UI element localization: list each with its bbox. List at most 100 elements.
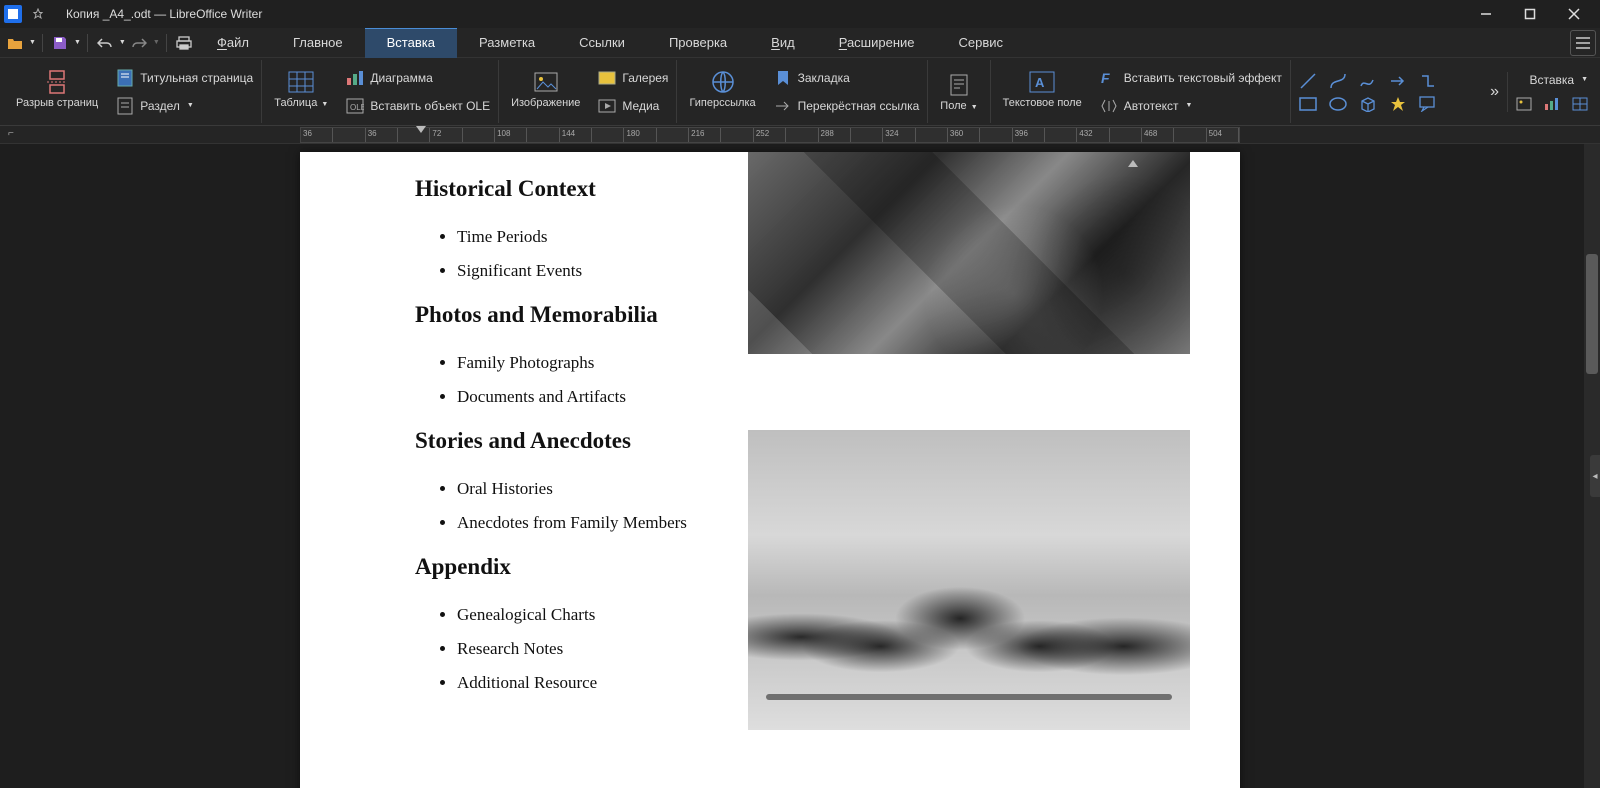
print-button[interactable]: [173, 32, 195, 54]
hyperlink-label: Гиперссылка: [689, 97, 755, 109]
separator: [87, 34, 88, 52]
insert-dropdown-button[interactable]: Вставка ▼: [1527, 71, 1590, 89]
title-page-button[interactable]: Титульная страница: [114, 67, 255, 89]
bookmark-button[interactable]: Закладка: [772, 67, 922, 89]
quick-access-bar: ▼ ▼ ▼ ▼ Файл Главное Вставка Разметка Сс…: [0, 28, 1600, 58]
menu-links[interactable]: Ссылки: [557, 28, 647, 58]
undo-button[interactable]: [94, 32, 116, 54]
menu-tools[interactable]: Сервис: [937, 28, 1026, 58]
field-icon: [946, 72, 972, 98]
insert-chart-small[interactable]: [1542, 95, 1562, 113]
texteffect-label: Вставить текстовый эффект: [1124, 71, 1282, 85]
menu-view[interactable]: Вид: [749, 28, 817, 58]
autotext-icon: [1100, 97, 1118, 115]
ellipse-tool[interactable]: [1327, 95, 1349, 113]
ole-button[interactable]: OLE Вставить объект OLE: [344, 95, 492, 117]
open-button[interactable]: [4, 32, 26, 54]
menu-review[interactable]: Проверка: [647, 28, 749, 58]
callout-tool[interactable]: [1417, 94, 1439, 114]
line-tool[interactable]: [1297, 70, 1319, 92]
maximize-button[interactable]: [1508, 0, 1552, 28]
image-label: Изображение: [511, 97, 580, 109]
title-bar: Копия _A4_.odt — LibreOffice Writer: [0, 0, 1600, 28]
autotext-label: Автотекст: [1124, 99, 1179, 113]
gallery-icon: [598, 69, 616, 87]
window-title: Копия _A4_.odt — LibreOffice Writer: [66, 7, 262, 21]
gallery-label: Галерея: [622, 71, 668, 85]
connector-tool[interactable]: [1417, 70, 1439, 92]
insert-image-small[interactable]: [1514, 95, 1534, 113]
ribbon-right: » Вставка ▼: [1488, 60, 1596, 123]
document-area: Historical Context Time Periods Signific…: [0, 144, 1584, 788]
open-dropdown-icon[interactable]: ▼: [29, 39, 36, 46]
menu-hamburger-button[interactable]: [1570, 30, 1596, 56]
page-break-button[interactable]: Разрыв страниц: [10, 67, 104, 111]
save-dropdown-icon[interactable]: ▼: [74, 39, 81, 46]
page[interactable]: Historical Context Time Periods Signific…: [300, 152, 1240, 788]
texteffect-button[interactable]: F Вставить текстовый эффект: [1098, 67, 1284, 89]
embedded-image-group-photo[interactable]: [748, 430, 1190, 730]
textbox-label: Текстовое поле: [1003, 97, 1082, 109]
redo-dropdown-icon[interactable]: ▼: [153, 39, 160, 46]
arrow-tool[interactable]: [1387, 70, 1409, 92]
crossref-icon: [774, 97, 792, 115]
redo-button[interactable]: [128, 32, 150, 54]
ruler-corner-icon: ⌐: [8, 128, 24, 142]
media-button[interactable]: Медиа: [596, 95, 670, 117]
star-tool[interactable]: [1387, 94, 1409, 114]
autotext-button[interactable]: Автотекст ▼: [1098, 95, 1284, 117]
section-icon: [116, 97, 134, 115]
minimize-button[interactable]: [1464, 0, 1508, 28]
ole-label: Вставить объект OLE: [370, 99, 490, 113]
textbox-icon: A: [1029, 69, 1055, 95]
media-label: Медиа: [622, 99, 659, 113]
menu-file[interactable]: Файл: [195, 28, 271, 58]
chart-label: Диаграмма: [370, 71, 432, 85]
horizontal-ruler[interactable]: 3636721081441802162522883243603964324685…: [300, 127, 1240, 143]
curve-tool[interactable]: [1327, 70, 1349, 92]
ribbon-group-pages: Разрыв страниц Титульная страница Раздел…: [4, 60, 262, 123]
freeform-tool[interactable]: [1357, 70, 1379, 92]
ribbon-group-links: Гиперссылка Закладка Перекрёстная ссылка: [677, 60, 928, 123]
ole-icon: OLE: [346, 97, 364, 115]
rect-tool[interactable]: [1297, 95, 1319, 113]
hyperlink-button[interactable]: Гиперссылка: [683, 67, 761, 111]
textbox-button[interactable]: A Текстовое поле: [997, 67, 1088, 111]
3d-tool[interactable]: [1357, 94, 1379, 114]
ribbon-group-media: Изображение Галерея Медиа: [499, 60, 677, 123]
chart-button[interactable]: Диаграмма: [344, 67, 492, 89]
menu-home[interactable]: Главное: [271, 28, 365, 58]
page-break-icon: [44, 69, 70, 95]
indent-marker-first[interactable]: [416, 126, 426, 133]
image-button[interactable]: Изображение: [505, 67, 586, 111]
bookmark-icon: [774, 69, 792, 87]
field-label: Поле: [940, 100, 966, 112]
list-item[interactable]: Documents and Artifacts: [457, 380, 1190, 414]
crossref-button[interactable]: Перекрёстная ссылка: [772, 95, 922, 117]
section-button[interactable]: Раздел ▼: [114, 95, 255, 117]
undo-dropdown-icon[interactable]: ▼: [119, 39, 126, 46]
save-button[interactable]: [49, 32, 71, 54]
insert-table-small[interactable]: [1570, 95, 1590, 113]
scrollbar-thumb[interactable]: [1586, 254, 1598, 374]
menu-extension[interactable]: Расширение: [817, 28, 937, 58]
svg-text:F: F: [1101, 70, 1110, 86]
svg-text:OLE: OLE: [350, 103, 364, 112]
pin-icon[interactable]: [32, 8, 44, 20]
embedded-image-collage[interactable]: [748, 152, 1190, 354]
close-button[interactable]: [1552, 0, 1596, 28]
sidebar-toggle-handle[interactable]: ◂: [1590, 455, 1600, 497]
field-button[interactable]: Поле ▼: [934, 70, 983, 114]
gallery-button[interactable]: Галерея: [596, 67, 670, 89]
table-icon: [288, 69, 314, 95]
indent-marker-right[interactable]: [1128, 160, 1138, 167]
ribbon-group-field: Поле ▼: [928, 60, 990, 123]
chevron-down-icon: ▼: [1186, 102, 1193, 109]
svg-text:A: A: [1035, 75, 1045, 90]
media-icon: [598, 97, 616, 115]
menu-insert[interactable]: Вставка: [365, 28, 457, 58]
table-button[interactable]: Таблица ▼: [268, 67, 334, 111]
title-page-label: Титульная страница: [140, 71, 253, 85]
more-button[interactable]: »: [1488, 81, 1501, 103]
menu-layout[interactable]: Разметка: [457, 28, 557, 58]
